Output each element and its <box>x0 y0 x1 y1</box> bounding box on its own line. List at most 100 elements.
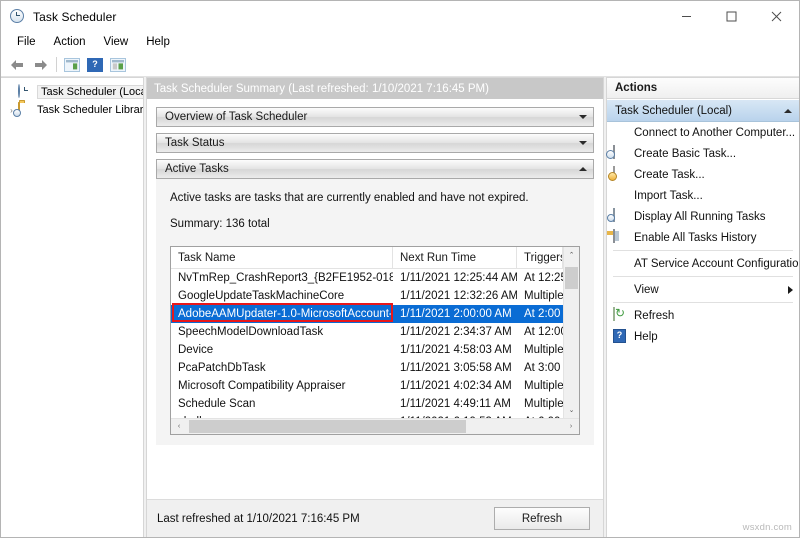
content-pane: Task Scheduler Summary (Last refreshed: … <box>146 77 604 537</box>
listview-horizontal-scrollbar[interactable]: ‹ › <box>171 418 579 434</box>
folder-clock-icon <box>18 103 33 118</box>
action-create-task[interactable]: Create Task... <box>607 164 799 185</box>
vertical-scroll-thumb[interactable] <box>565 267 578 289</box>
content-scroll-region: Overview of Task Scheduler Task Status A… <box>147 99 603 499</box>
cell-triggers: Multiple trigg <box>517 398 563 410</box>
cell-next-run-time: 1/11/2021 4:02:34 AM <box>393 380 517 392</box>
horizontal-scroll-track[interactable] <box>187 419 563 434</box>
column-header-task-name[interactable]: Task Name <box>171 247 393 268</box>
section-header-overview[interactable]: Overview of Task Scheduler <box>156 107 594 127</box>
help-glyph: ? <box>87 58 103 72</box>
chevron-up-icon[interactable] <box>784 109 792 113</box>
toolbar: ? <box>1 53 799 77</box>
cell-task-name: AdobeAAMUpdater-1.0-MicrosoftAccount-pi.… <box>171 308 393 320</box>
help-icon[interactable]: ? <box>84 55 106 75</box>
tree-item-task-scheduler-local[interactable]: Task Scheduler (Local) <box>1 83 143 101</box>
section-header-task-status[interactable]: Task Status <box>156 133 594 153</box>
cell-task-name: PcaPatchDbTask <box>171 362 393 374</box>
vertical-scroll-track[interactable] <box>564 263 579 402</box>
actions-group-label: Task Scheduler (Local) <box>615 105 732 117</box>
cell-next-run-time: 1/11/2021 4:49:11 AM <box>393 398 517 410</box>
active-tasks-summary: Summary: 136 total <box>170 218 580 230</box>
close-icon[interactable] <box>754 1 799 32</box>
action-label: Display All Running Tasks <box>634 211 799 223</box>
table-row[interactable]: GoogleUpdateTaskMachineCore 1/11/2021 12… <box>171 287 563 305</box>
scroll-right-arrow-icon[interactable]: › <box>563 419 579 434</box>
cell-triggers: At 3:00 AM or <box>517 362 563 374</box>
cell-triggers: At 12:25 AM e <box>517 272 563 284</box>
cell-triggers: At 12:00 AM c <box>517 326 563 338</box>
no-icon-placeholder <box>613 125 629 141</box>
toolbar-separator <box>56 57 57 72</box>
action-label: AT Service Account Configuration <box>634 258 799 270</box>
action-enable-all-tasks-history[interactable]: Enable All Tasks History <box>607 227 799 248</box>
listview-header: Task Name Next Run Time Triggers <box>171 247 563 269</box>
cell-next-run-time: 1/11/2021 12:32:26 AM <box>393 290 517 302</box>
action-help[interactable]: ? Help <box>607 326 799 347</box>
menu-item-file[interactable]: File <box>8 34 45 51</box>
app-icon-clock-icon <box>10 9 26 25</box>
scroll-up-arrow-icon[interactable]: ⌃ <box>564 247 579 263</box>
section-active-tasks: Active Tasks Active tasks are tasks that… <box>156 159 594 445</box>
table-row[interactable]: shell-usoscan 1/11/2021 6:19:53 AM At 6:… <box>171 413 563 418</box>
menu-item-view[interactable]: View <box>95 34 138 51</box>
column-header-triggers[interactable]: Triggers <box>517 247 563 268</box>
forward-button[interactable] <box>29 55 51 75</box>
no-icon-placeholder <box>613 256 629 272</box>
action-connect-to-another-computer[interactable]: Connect to Another Computer... <box>607 122 799 143</box>
table-row[interactable]: NvTmRep_CrashReport3_{B2FE1952-0186-46C.… <box>171 269 563 287</box>
title-bar: Task Scheduler <box>1 1 799 32</box>
active-tasks-listview: Task Name Next Run Time Triggers NvTmRep… <box>170 246 580 435</box>
section-title: Overview of Task Scheduler <box>165 111 307 123</box>
active-tasks-body: Active tasks are tasks that are currentl… <box>156 179 594 445</box>
back-button[interactable] <box>6 55 28 75</box>
action-display-all-running-tasks[interactable]: Display All Running Tasks <box>607 206 799 227</box>
chevron-down-icon[interactable] <box>579 141 587 145</box>
column-header-next-run-time[interactable]: Next Run Time <box>393 247 517 268</box>
actions-divider <box>613 302 793 303</box>
menu-item-action[interactable]: Action <box>45 34 95 51</box>
action-refresh[interactable]: Refresh <box>607 305 799 326</box>
table-row[interactable]: SpeechModelDownloadTask 1/11/2021 2:34:3… <box>171 323 563 341</box>
table-row[interactable]: Microsoft Compatibility Appraiser 1/11/2… <box>171 377 563 395</box>
cell-triggers: At 2:00 AM ev <box>517 308 563 320</box>
minimize-icon[interactable] <box>664 1 709 32</box>
listview-vertical-scrollbar[interactable]: ⌃ ⌄ <box>563 247 579 418</box>
cell-task-name: Device <box>171 344 393 356</box>
action-view[interactable]: View <box>607 279 799 300</box>
horizontal-scroll-thumb[interactable] <box>189 420 466 433</box>
actions-divider <box>613 276 793 277</box>
window-title: Task Scheduler <box>33 10 116 24</box>
cell-triggers: Multiple trigg <box>517 344 563 356</box>
scroll-down-arrow-icon[interactable]: ⌄ <box>564 402 579 418</box>
section-title: Task Status <box>165 137 224 149</box>
action-import-task[interactable]: Import Task... <box>607 185 799 206</box>
calendar-task-icon <box>613 146 629 162</box>
tree-item-label: Task Scheduler Library <box>37 104 144 116</box>
table-row[interactable]: PcaPatchDbTask 1/11/2021 3:05:58 AM At 3… <box>171 359 563 377</box>
actions-group-header[interactable]: Task Scheduler (Local) <box>607 99 799 122</box>
table-row-selected[interactable]: AdobeAAMUpdater-1.0-MicrosoftAccount-pi.… <box>171 305 563 323</box>
submenu-arrow-icon <box>788 286 793 294</box>
chevron-down-icon[interactable] <box>579 115 587 119</box>
maximize-icon[interactable] <box>709 1 754 32</box>
window-controls <box>664 1 799 32</box>
actions-divider <box>613 250 793 251</box>
refresh-button[interactable]: Refresh <box>494 507 590 530</box>
listview-rows: NvTmRep_CrashReport3_{B2FE1952-0186-46C.… <box>171 269 563 418</box>
action-pane-icon[interactable] <box>107 55 129 75</box>
table-row[interactable]: Schedule Scan 1/11/2021 4:49:11 AM Multi… <box>171 395 563 413</box>
running-tasks-icon <box>613 209 629 225</box>
active-tasks-description: Active tasks are tasks that are currentl… <box>170 192 580 204</box>
section-header-active-tasks[interactable]: Active Tasks <box>156 159 594 179</box>
console-tree-icon[interactable] <box>61 55 83 75</box>
action-create-basic-task[interactable]: Create Basic Task... <box>607 143 799 164</box>
scroll-left-arrow-icon[interactable]: ‹ <box>171 419 187 434</box>
content-header-title: Task Scheduler Summary (Last refreshed: … <box>147 78 603 99</box>
table-row[interactable]: Device 1/11/2021 4:58:03 AM Multiple tri… <box>171 341 563 359</box>
tree-item-task-scheduler-library[interactable]: › Task Scheduler Library <box>1 101 143 119</box>
menu-item-help[interactable]: Help <box>137 34 179 51</box>
no-icon-placeholder <box>613 282 629 298</box>
action-at-service-account-configuration[interactable]: AT Service Account Configuration <box>607 253 799 274</box>
chevron-up-icon[interactable] <box>579 167 587 171</box>
